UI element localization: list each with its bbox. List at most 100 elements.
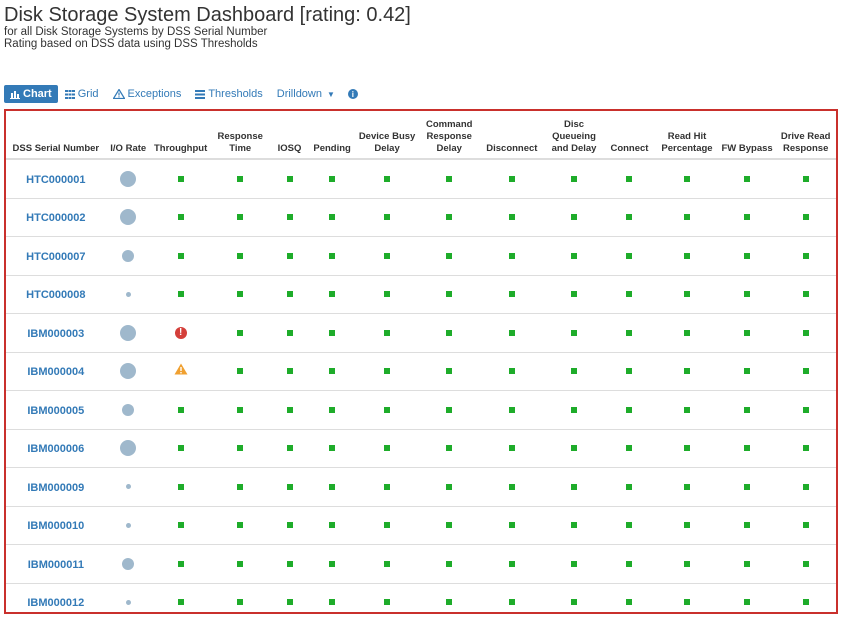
io-rate-indicator[interactable] (120, 170, 137, 187)
status-ok-indicator[interactable] (744, 560, 751, 567)
serial-link[interactable]: IBM000011 (28, 559, 84, 571)
serial-link[interactable]: HTC000001 (26, 174, 85, 186)
status-ok-indicator[interactable] (237, 599, 244, 606)
status-ok-indicator[interactable] (508, 175, 515, 182)
status-ok-indicator[interactable] (508, 522, 515, 529)
status-ok-indicator[interactable] (177, 560, 184, 567)
status-ok-indicator[interactable] (286, 368, 293, 375)
status-ok-indicator[interactable] (684, 599, 690, 606)
status-ok-indicator[interactable] (446, 445, 453, 452)
status-ok-indicator[interactable] (744, 368, 751, 375)
status-ok-indicator[interactable] (626, 329, 633, 336)
column-header[interactable]: IOSQ (269, 111, 310, 160)
status-ok-indicator[interactable] (237, 252, 244, 259)
serial-link[interactable]: IBM000003 (27, 328, 84, 340)
chart-view-button[interactable]: Chart (4, 85, 58, 103)
status-ok-indicator[interactable] (802, 291, 809, 298)
serial-link[interactable]: IBM000005 (27, 405, 84, 417)
status-ok-indicator[interactable] (237, 560, 244, 567)
status-ok-indicator[interactable] (684, 214, 690, 221)
status-ok-indicator[interactable] (744, 445, 751, 452)
status-ok-indicator[interactable] (571, 329, 577, 336)
status-ok-indicator[interactable] (329, 406, 336, 413)
status-ok-indicator[interactable] (286, 406, 293, 413)
exclamation-circle-icon[interactable]: ! (174, 326, 187, 339)
io-rate-indicator[interactable] (125, 522, 131, 528)
status-ok-indicator[interactable] (744, 406, 751, 413)
io-rate-indicator[interactable] (122, 403, 135, 416)
status-ok-indicator[interactable] (626, 406, 633, 413)
drilldown-dropdown[interactable]: Drilldown ▼ (270, 85, 342, 103)
status-ok-indicator[interactable] (571, 406, 577, 413)
status-ok-indicator[interactable] (571, 445, 577, 452)
status-ok-indicator[interactable] (802, 175, 809, 182)
warning-triangle-icon[interactable] (174, 362, 188, 380)
status-ok-indicator[interactable] (571, 599, 577, 606)
status-ok-indicator[interactable] (684, 445, 690, 452)
info-icon[interactable]: i (347, 89, 358, 99)
serial-link[interactable]: HTC000002 (26, 212, 85, 224)
status-ok-indicator[interactable] (684, 483, 690, 490)
status-ok-indicator[interactable] (384, 445, 391, 452)
status-ok-indicator[interactable] (177, 406, 184, 413)
status-ok-indicator[interactable] (802, 252, 809, 259)
serial-link[interactable]: IBM000010 (27, 520, 84, 532)
status-ok-indicator[interactable] (508, 599, 515, 606)
status-ok-indicator[interactable] (571, 483, 577, 490)
status-ok-indicator[interactable] (626, 483, 633, 490)
status-ok-indicator[interactable] (384, 368, 391, 375)
thresholds-button[interactable]: Thresholds (188, 85, 269, 103)
status-ok-indicator[interactable] (329, 175, 336, 182)
status-ok-indicator[interactable] (684, 368, 690, 375)
status-ok-indicator[interactable] (802, 483, 809, 490)
status-ok-indicator[interactable] (384, 214, 391, 221)
status-ok-indicator[interactable] (237, 329, 244, 336)
status-ok-indicator[interactable] (286, 483, 293, 490)
status-ok-indicator[interactable] (384, 599, 391, 606)
status-ok-indicator[interactable] (329, 368, 336, 375)
status-ok-indicator[interactable] (237, 522, 244, 529)
status-ok-indicator[interactable] (384, 522, 391, 529)
serial-link[interactable]: IBM000009 (27, 482, 84, 494)
column-header[interactable]: Read Hit Percentage (655, 111, 719, 160)
serial-link[interactable]: HTC000008 (26, 289, 85, 301)
status-ok-indicator[interactable] (802, 445, 809, 452)
io-rate-indicator[interactable] (122, 249, 135, 262)
io-rate-indicator[interactable] (120, 363, 137, 380)
column-header[interactable]: Pending (309, 111, 356, 160)
column-header[interactable]: Device Busy Delay (355, 111, 419, 160)
status-ok-indicator[interactable] (446, 291, 453, 298)
exceptions-button[interactable]: Exceptions (106, 85, 189, 103)
serial-link[interactable]: HTC000007 (26, 251, 85, 263)
column-header[interactable]: Throughput (150, 111, 211, 160)
column-header[interactable]: I/O Rate (105, 111, 151, 160)
status-ok-indicator[interactable] (177, 599, 184, 606)
status-ok-indicator[interactable] (744, 599, 751, 606)
status-ok-indicator[interactable] (802, 599, 809, 606)
status-ok-indicator[interactable] (384, 252, 391, 259)
status-ok-indicator[interactable] (684, 522, 690, 529)
status-ok-indicator[interactable] (508, 445, 515, 452)
status-ok-indicator[interactable] (329, 522, 336, 529)
serial-link[interactable]: IBM000006 (27, 443, 84, 455)
status-ok-indicator[interactable] (329, 252, 336, 259)
column-header[interactable]: Disconnect (479, 111, 545, 160)
status-ok-indicator[interactable] (286, 214, 293, 221)
status-ok-indicator[interactable] (802, 368, 809, 375)
status-ok-indicator[interactable] (237, 291, 244, 298)
io-rate-indicator[interactable] (125, 291, 131, 297)
status-ok-indicator[interactable] (571, 291, 577, 298)
column-header[interactable]: FW Bypass (718, 111, 776, 160)
status-ok-indicator[interactable] (446, 368, 453, 375)
status-ok-indicator[interactable] (384, 175, 391, 182)
status-ok-indicator[interactable] (446, 522, 453, 529)
status-ok-indicator[interactable] (329, 483, 336, 490)
status-ok-indicator[interactable] (446, 599, 453, 606)
status-ok-indicator[interactable] (286, 329, 293, 336)
status-ok-indicator[interactable] (446, 214, 453, 221)
status-ok-indicator[interactable] (802, 522, 809, 529)
status-ok-indicator[interactable] (237, 368, 244, 375)
status-ok-indicator[interactable] (329, 599, 336, 606)
column-header[interactable]: Drive Read Response (775, 111, 836, 160)
status-ok-indicator[interactable] (744, 175, 751, 182)
